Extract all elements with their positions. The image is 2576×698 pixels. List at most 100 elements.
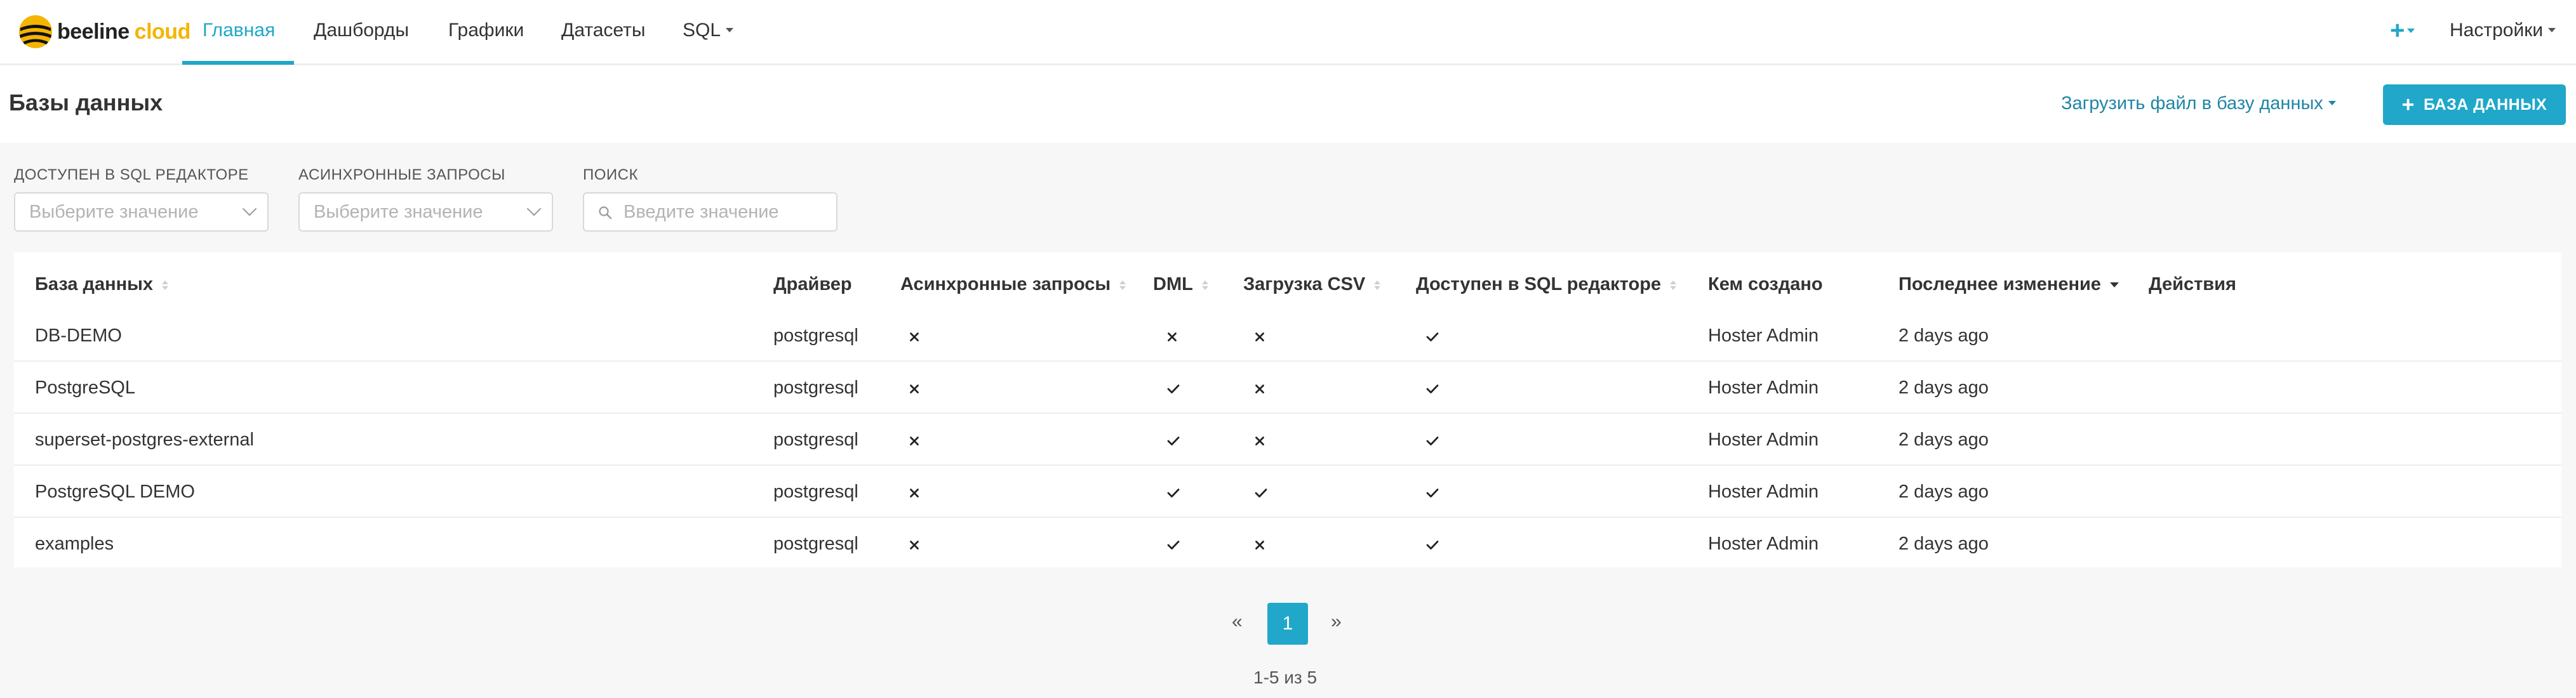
chevron-down-icon [726,27,734,32]
select-placeholder: Выберите значение [314,202,483,222]
pagination-next[interactable]: » [1331,609,1342,635]
upload-file-label: Загрузить файл в базу данных [2061,93,2323,114]
check-icon [1426,518,1439,570]
nav-item-datasets[interactable]: Датасеты [561,0,645,63]
brand-logo-link[interactable]: beeline cloud [18,14,190,49]
check-icon [1255,466,1267,518]
cross-icon [1255,362,1265,414]
cell-modified: 2 days ago [1899,326,1989,346]
sort-icon [1374,280,1381,290]
beeline-logo-icon [19,15,52,48]
page-title: Базы данных [9,89,163,115]
sort-desc-icon [2109,282,2119,288]
column-header-async[interactable]: Асинхронные запросы [900,272,1126,297]
check-icon [1426,414,1439,466]
pagination-page-current[interactable]: 1 [1267,603,1308,645]
plus-icon: + [2401,93,2415,117]
search-placeholder: Введите значение [624,202,779,222]
plus-icon: + [2390,16,2405,44]
settings-menu[interactable]: Настройки [2450,0,2556,63]
column-header-label: Доступен в SQL редакторе [1416,274,1662,294]
nav-active-indicator [182,61,294,65]
cross-icon [1255,518,1265,570]
pagination-prev[interactable]: « [1232,609,1243,635]
cell-created-by: Hoster Admin [1708,534,1819,554]
cell-created-by: Hoster Admin [1708,326,1819,346]
column-header-actions: Действия [2149,272,2236,297]
filter-label-sql-editor: ДОСТУПЕН В SQL РЕДАКТОРЕ [14,166,249,183]
cell-created-by: Hoster Admin [1708,430,1819,450]
table-row: examples postgresql Hoster Admin 2 days ago [14,518,2561,570]
cell-database-name[interactable]: PostgreSQL [35,362,135,414]
add-database-label: БАЗА ДАННЫХ [2424,95,2547,114]
new-item-menu[interactable]: + [2390,0,2415,63]
cross-icon [1255,310,1265,362]
chevron-down-icon [2548,27,2556,32]
column-header-label: DML [1153,274,1193,294]
settings-label: Настройки [2450,20,2544,41]
column-header-label: Асинхронные запросы [900,274,1111,294]
cell-database-name[interactable]: examples [35,518,114,570]
cross-icon [1167,310,1177,362]
column-header-csv[interactable]: Загрузка CSV [1243,272,1381,297]
cross-icon [909,466,919,518]
cell-database-name[interactable]: superset-postgres-external [35,414,254,466]
top-navbar: beeline cloud Главная Дашборды Графики Д… [0,0,2576,65]
cell-driver: postgresql [773,326,858,346]
check-icon [1426,466,1439,518]
pagination-summary: 1-5 из 5 [1253,668,1318,687]
nav-item-home[interactable]: Главная [203,0,275,63]
cell-modified: 2 days ago [1899,430,1989,450]
table-row: superset-postgres-external postgresql Host… [14,414,2561,466]
brand-name: beeline [57,19,130,44]
chevron-down-icon [242,201,257,216]
column-header-created-by: Кем создано [1708,272,1823,297]
filter-select-async[interactable]: Выберите значение [298,192,553,232]
nav-item-sql-label: SQL [683,20,721,41]
filter-label-search: ПОИСК [583,166,638,183]
search-input[interactable]: Введите значение [583,192,838,232]
column-header-database[interactable]: База данных [35,272,169,297]
cross-icon [909,310,919,362]
cell-driver: postgresql [773,482,858,502]
cell-modified: 2 days ago [1899,482,1989,502]
cell-modified: 2 days ago [1899,378,1989,398]
sort-icon [1119,280,1126,290]
check-icon [1167,362,1180,414]
check-icon [1167,414,1180,466]
cell-database-name[interactable]: PostgreSQL DEMO [35,466,195,518]
cell-driver: postgresql [773,534,858,554]
cell-modified: 2 days ago [1899,534,1989,554]
add-database-button[interactable]: + БАЗА ДАННЫХ [2383,84,2566,125]
column-header-dml[interactable]: DML [1153,272,1208,297]
sort-icon [1201,280,1208,290]
page-header: Базы данных Загрузить файл в базу данных… [0,65,2576,143]
check-icon [1167,518,1180,570]
column-header-label: Загрузка CSV [1243,274,1366,294]
brand-suffix: cloud [134,19,191,44]
chevron-down-icon [2328,100,2336,105]
chevron-down-icon [526,201,542,216]
upload-file-dropdown[interactable]: Загрузить файл в базу данных [2061,93,2336,114]
column-header-label: Драйвер [773,274,852,294]
filter-select-sql-editor[interactable]: Выберите значение [14,192,269,232]
nav-item-charts[interactable]: Графики [448,0,524,63]
cell-created-by: Hoster Admin [1708,378,1819,398]
nav-item-dashboards[interactable]: Дашборды [314,0,409,63]
filter-label-async: АСИНХРОННЫЕ ЗАПРОСЫ [298,166,505,183]
chevron-down-icon [2407,28,2415,33]
cell-database-name[interactable]: DB-DEMO [35,310,122,362]
sort-icon [1670,280,1677,290]
check-icon [1426,310,1439,362]
nav-item-sql-menu[interactable]: SQL [683,0,734,63]
cell-driver: postgresql [773,430,858,450]
table-row: DB-DEMO postgresql Hoster Admin 2 days ago [14,310,2561,362]
column-header-label: Кем создано [1708,274,1823,294]
sort-icon [162,280,169,290]
search-icon [599,206,612,220]
databases-table: База данных Драйвер Асинхронные запросы … [14,253,2561,567]
cross-icon [909,362,919,414]
column-header-sql-editor[interactable]: Доступен в SQL редакторе [1416,272,1677,297]
column-header-modified[interactable]: Последнее изменение [1899,272,2119,297]
table-row: PostgreSQL DEMO postgresql Hoster Admin 2 d… [14,466,2561,518]
